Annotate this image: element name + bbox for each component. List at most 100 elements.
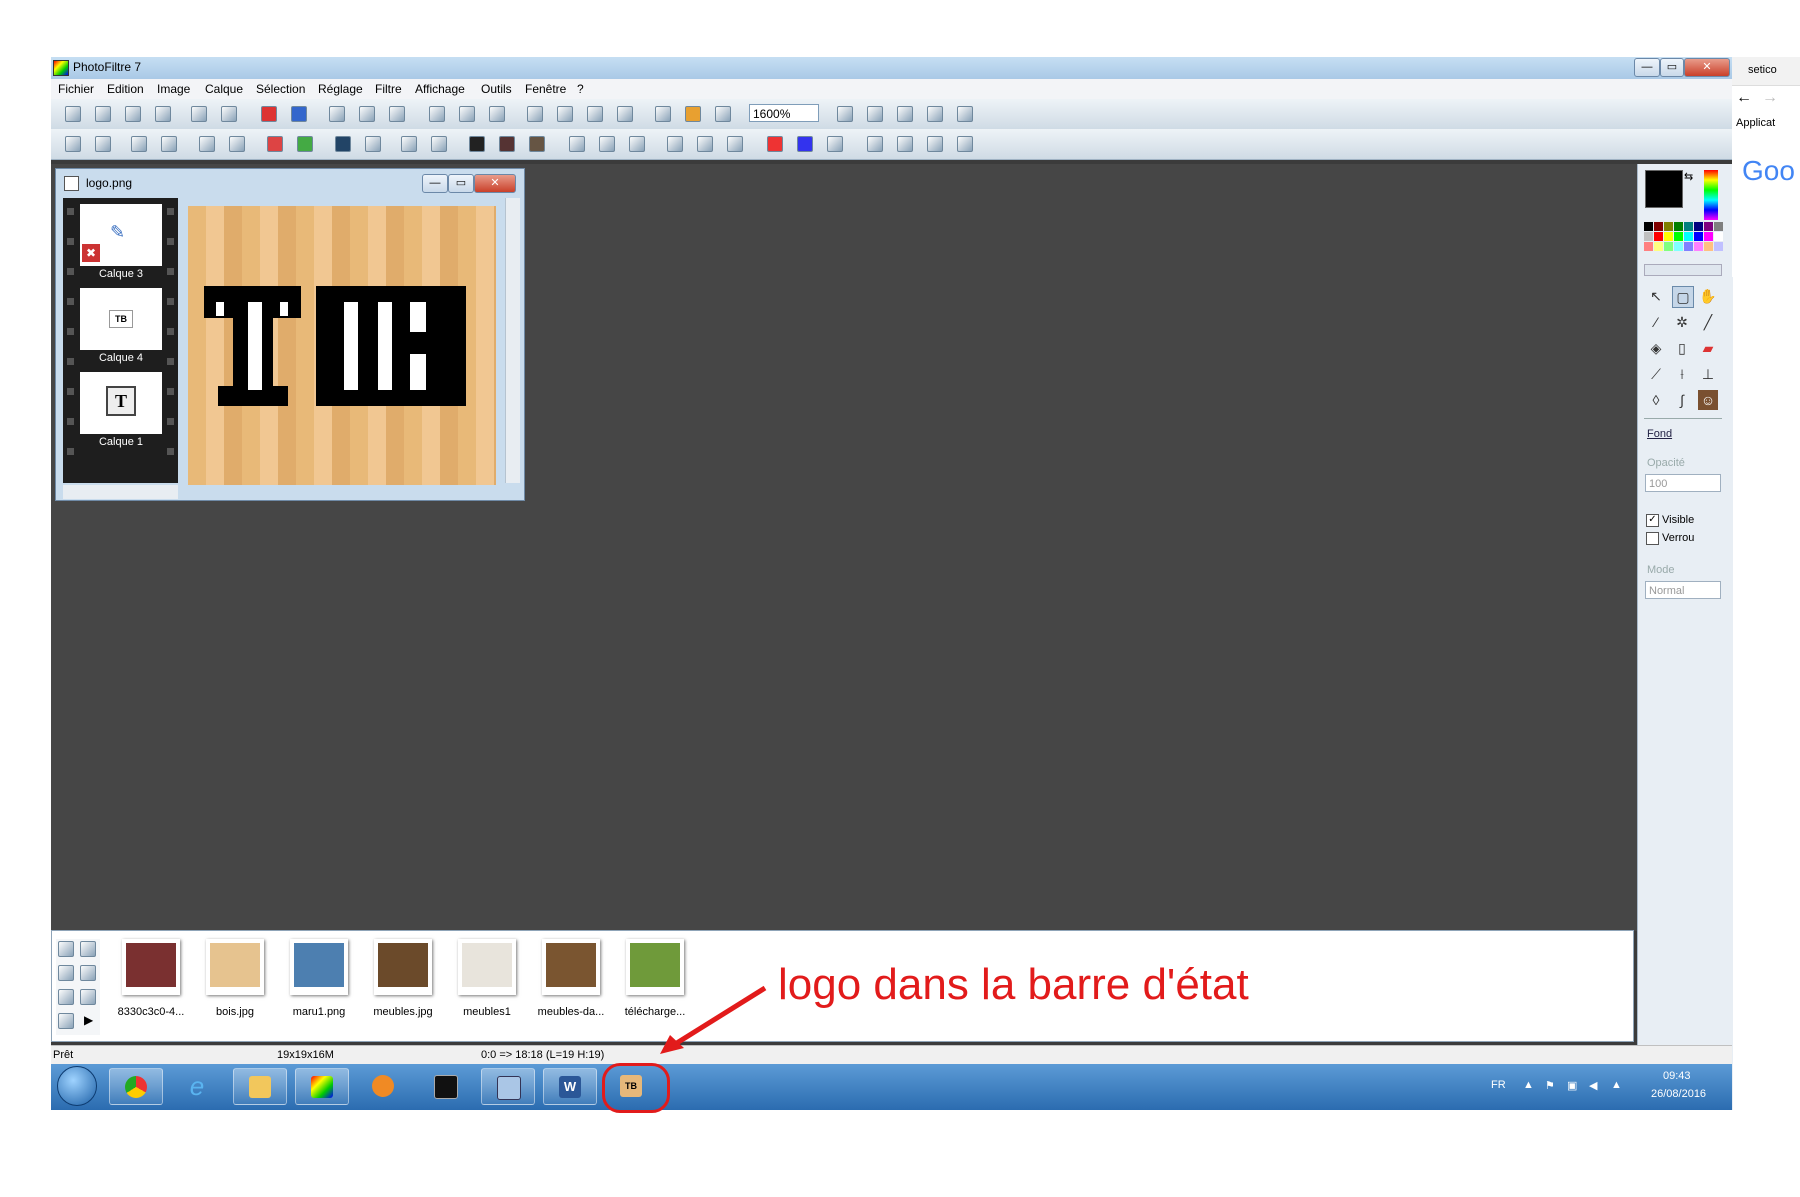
strip-tool-icon[interactable] xyxy=(58,965,74,981)
minimize-button[interactable]: — xyxy=(1634,58,1660,77)
thumbnail[interactable] xyxy=(374,939,432,995)
palette-swatch[interactable] xyxy=(1714,242,1723,251)
eyedropper-icon[interactable]: ⁄ xyxy=(1646,312,1666,332)
saturation-up-icon[interactable] xyxy=(297,136,313,152)
taskbar-media[interactable] xyxy=(357,1068,411,1105)
tray-expand-icon[interactable]: ▲ xyxy=(1523,1079,1534,1091)
strip-tool-icon[interactable] xyxy=(80,941,96,957)
menu-reglage[interactable]: Réglage xyxy=(318,82,363,96)
palette-swatch[interactable] xyxy=(1644,232,1653,241)
zoom-in-icon[interactable] xyxy=(837,106,853,122)
save-as-icon[interactable] xyxy=(155,106,171,122)
taskbar-chrome[interactable] xyxy=(109,1068,163,1105)
palette-scroll[interactable] xyxy=(1644,264,1722,276)
strip-tool-icon[interactable] xyxy=(58,989,74,1005)
open-file-icon[interactable] xyxy=(95,106,111,122)
start-button[interactable] xyxy=(57,1066,97,1106)
paste-new-icon[interactable] xyxy=(389,106,405,122)
balance-icon[interactable] xyxy=(365,136,381,152)
menu-edition[interactable]: Edition xyxy=(107,82,144,96)
blur-icon[interactable] xyxy=(599,136,615,152)
action-center-icon[interactable]: ⚑ xyxy=(1545,1079,1555,1092)
layer-thumb-calque-3[interactable]: ✎ ✖ xyxy=(80,204,162,266)
save-icon[interactable] xyxy=(125,106,141,122)
close-button[interactable]: ✕ xyxy=(1684,58,1730,77)
palette-swatch[interactable] xyxy=(1694,222,1703,231)
volume-icon[interactable]: ◀ xyxy=(1589,1079,1597,1092)
palette-swatch[interactable] xyxy=(1684,242,1693,251)
layer-thumb-calque-4[interactable]: TB xyxy=(80,288,162,350)
canvas-scrollbar[interactable] xyxy=(505,198,520,483)
bookmarks-apps[interactable]: Applicat xyxy=(1736,117,1775,129)
paste-icon[interactable] xyxy=(359,106,375,122)
palette-swatch[interactable] xyxy=(1694,242,1703,251)
palette-swatch[interactable] xyxy=(1684,222,1693,231)
mirror-icon[interactable] xyxy=(867,136,883,152)
sharpen-icon[interactable] xyxy=(629,136,645,152)
strip-tool-icon[interactable] xyxy=(80,965,96,981)
palette-swatch[interactable] xyxy=(1674,222,1683,231)
hand-tool-icon[interactable]: ✋ xyxy=(1698,286,1718,306)
print-icon[interactable] xyxy=(191,106,207,122)
taskbar-photofiltre[interactable] xyxy=(295,1068,349,1105)
emboss-icon[interactable] xyxy=(667,136,683,152)
gamma-down-icon[interactable] xyxy=(199,136,215,152)
palette-swatch[interactable] xyxy=(1644,222,1653,231)
lock-checkbox[interactable] xyxy=(1646,532,1659,545)
clock-date[interactable]: 26/08/2016 xyxy=(1651,1088,1706,1100)
doc-minimize-button[interactable]: — xyxy=(422,174,448,193)
palette-swatch[interactable] xyxy=(1694,232,1703,241)
palette-swatch[interactable] xyxy=(1654,232,1663,241)
magic-wand-icon[interactable]: ✲ xyxy=(1672,312,1692,332)
palette-swatch[interactable] xyxy=(1674,232,1683,241)
opacity-input[interactable]: 100 xyxy=(1645,474,1721,492)
canvas-size-icon[interactable] xyxy=(429,106,445,122)
thumbnail[interactable] xyxy=(542,939,600,995)
line-tool-icon[interactable]: ╱ xyxy=(1698,312,1718,332)
fill-tool-icon[interactable]: ◈ xyxy=(1646,338,1666,358)
advanced-brush-icon[interactable]: ⟊ xyxy=(1672,364,1692,384)
rotate-right-icon[interactable] xyxy=(927,136,943,152)
document-window[interactable]: logo.png — ▭ ✕ ✎ ✖ Calque 3 TB Calque 4 … xyxy=(55,168,525,501)
palette-swatch[interactable] xyxy=(1664,232,1673,241)
effect-icon[interactable] xyxy=(727,136,743,152)
window-icon[interactable] xyxy=(715,106,731,122)
language-indicator[interactable]: FR xyxy=(1491,1079,1506,1091)
clock-time[interactable]: 09:43 xyxy=(1663,1070,1691,1082)
crop-icon[interactable] xyxy=(557,106,573,122)
taskbar-explorer[interactable] xyxy=(233,1068,287,1105)
zoom-select[interactable]: 1600% xyxy=(749,104,819,122)
thumbnail[interactable] xyxy=(458,939,516,995)
drive-icon[interactable]: ▲ xyxy=(1611,1079,1622,1091)
fit-icon[interactable] xyxy=(897,106,913,122)
taskbar-ie[interactable]: e xyxy=(171,1068,225,1105)
maximize-button[interactable]: ▭ xyxy=(1660,58,1684,77)
thumbnail[interactable] xyxy=(290,939,348,995)
forward-icon[interactable]: → xyxy=(1762,89,1778,107)
eraser-icon[interactable]: ▰ xyxy=(1698,338,1718,358)
visible-checkbox[interactable]: ✓ xyxy=(1646,514,1659,527)
scan-icon[interactable] xyxy=(221,106,237,122)
menu-image[interactable]: Image xyxy=(157,82,190,96)
palette-swatch[interactable] xyxy=(1704,232,1713,241)
swap-colors-icon[interactable]: ⇆ xyxy=(1684,170,1693,183)
smudge-icon[interactable]: ∫ xyxy=(1672,390,1692,410)
strip-tool-icon[interactable] xyxy=(58,941,74,957)
title-bar[interactable]: PhotoFiltre 7 — ▭ ✕ xyxy=(51,57,1732,79)
spray-tool-icon[interactable]: ▯ xyxy=(1672,338,1692,358)
layer-thumb-calque-1[interactable]: T xyxy=(80,372,162,434)
levels-icon[interactable] xyxy=(335,136,351,152)
transparent-icon[interactable] xyxy=(489,106,505,122)
stamp-icon[interactable]: ⊥ xyxy=(1698,364,1718,384)
palette-swatch[interactable] xyxy=(1674,242,1683,251)
palette-swatch[interactable] xyxy=(1704,242,1713,251)
strip-tool-icon[interactable] xyxy=(80,989,96,1005)
flip-icon[interactable] xyxy=(827,136,843,152)
blur-drop-icon[interactable]: ◊ xyxy=(1646,390,1666,410)
strip-tool-icon[interactable] xyxy=(58,1013,74,1029)
new-file-icon[interactable] xyxy=(65,106,81,122)
menu-selection[interactable]: Sélection xyxy=(256,82,305,96)
palette-swatch[interactable] xyxy=(1664,222,1673,231)
palette-swatch[interactable] xyxy=(1704,222,1713,231)
clone-icon[interactable]: ☺ xyxy=(1698,390,1718,410)
